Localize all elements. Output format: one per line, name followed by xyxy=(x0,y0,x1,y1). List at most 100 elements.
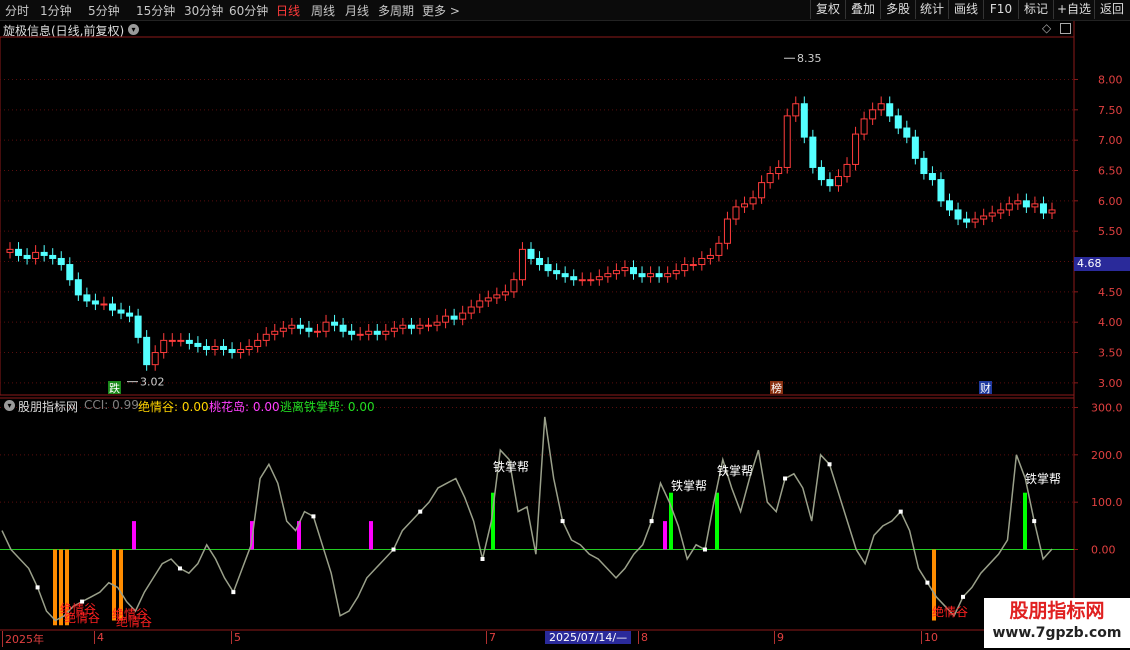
candle-body xyxy=(963,218,971,223)
candle-body xyxy=(407,324,415,329)
candle-body xyxy=(6,248,14,253)
watermark-title: 股朋指标网 xyxy=(1009,600,1105,622)
indicator-grid xyxy=(0,397,1074,631)
candle-body xyxy=(40,251,48,256)
legend-tiezhangbang: 逃离铁掌帮: 0.00 xyxy=(280,400,375,414)
candle-body xyxy=(108,303,116,311)
candle-body xyxy=(997,209,1005,214)
candle-body xyxy=(177,339,185,342)
legend-cci: CCI: 0.99 xyxy=(84,398,139,412)
event-marker-label: 财 xyxy=(980,381,991,395)
indicator-title: 股朋指标网 xyxy=(18,400,79,414)
indicator-axis: 0.00 100.0 200.0 300.0 xyxy=(1074,401,1123,557)
cci-point-marker xyxy=(925,580,930,585)
candle-body xyxy=(527,248,535,259)
cci-point-marker xyxy=(311,514,316,519)
signal-bar xyxy=(663,521,667,550)
candle-body xyxy=(202,345,210,350)
date-label: 8 xyxy=(638,631,648,644)
candle-body xyxy=(117,309,125,314)
event-marker-label: 跌 xyxy=(109,381,120,395)
price-tick-label: 7.00 xyxy=(1098,134,1123,147)
candle-body xyxy=(373,330,381,335)
price-tick-label: 6.50 xyxy=(1098,164,1123,177)
candle-body xyxy=(980,215,988,220)
legend-taohuadao: 桃花岛: 0.00 xyxy=(209,400,280,414)
indicator-tick-label: 0.00 xyxy=(1091,544,1116,557)
candle-body xyxy=(536,257,544,266)
candle-body xyxy=(151,352,159,366)
date-label: 2025年 xyxy=(2,631,44,647)
candle-body xyxy=(510,279,518,293)
price-tick-label: 3.00 xyxy=(1098,377,1123,390)
candle-body xyxy=(561,273,569,278)
candle-body xyxy=(1048,209,1056,214)
candle-body xyxy=(886,103,894,117)
candle-body xyxy=(946,200,954,211)
candle-body xyxy=(254,339,262,347)
candle-body xyxy=(467,306,475,314)
tiezhangbang-label: 铁掌帮 xyxy=(493,460,529,474)
candle-body xyxy=(1005,203,1013,211)
candle-body xyxy=(66,264,74,281)
cci-point-marker xyxy=(560,519,565,524)
candle-body xyxy=(723,218,731,244)
juqinggu-label: 绝情谷 xyxy=(64,610,100,625)
indicator-header: ▾ 股朋指标网 CCI: 0.99 绝情谷: 0.00 桃花岛: 0.00 逃离… xyxy=(0,398,1074,414)
candle-body xyxy=(809,136,817,168)
watermark-logo: 股朋指标网 www.7gpzb.com xyxy=(984,598,1130,648)
candle-body xyxy=(544,264,552,272)
candle-body xyxy=(262,333,270,341)
candle-body xyxy=(741,203,749,208)
candle-body xyxy=(271,330,279,335)
signal-bar xyxy=(1023,492,1027,550)
cursor-date: 2025/07/14/— xyxy=(545,631,632,644)
candle-body xyxy=(74,279,82,296)
candle-body xyxy=(817,166,825,181)
candle-body xyxy=(416,324,424,329)
signal-bar xyxy=(132,521,136,550)
candle-body xyxy=(390,327,398,332)
cci-line-group xyxy=(1,416,1053,622)
candle-body xyxy=(15,248,23,256)
candle-body xyxy=(425,324,433,327)
candle-body xyxy=(698,257,706,266)
candle-body xyxy=(1039,203,1047,214)
candle-body xyxy=(638,273,646,278)
candle-body xyxy=(792,103,800,117)
candle-body xyxy=(655,273,663,278)
candlestick-series xyxy=(6,96,1056,371)
indicator-tick-label: 200.0 xyxy=(1091,449,1123,462)
candle-body xyxy=(365,330,373,335)
candle-body xyxy=(442,315,450,323)
candle-body xyxy=(758,182,766,199)
cci-point-marker xyxy=(418,509,423,514)
cci-point-marker xyxy=(480,556,485,561)
legend-juqinggu: 绝情谷: 0.00 xyxy=(138,400,209,414)
candle-body xyxy=(228,348,236,354)
event-marker-label: 榜 xyxy=(771,381,782,395)
candle-body xyxy=(971,218,979,223)
date-label: 10 xyxy=(921,631,938,644)
signal-bar xyxy=(369,521,373,550)
juqinggu-label: 绝情谷 xyxy=(116,614,152,629)
candle-body xyxy=(211,345,219,350)
chevron-down-icon[interactable]: ▾ xyxy=(4,400,15,411)
candle-body xyxy=(664,273,672,278)
candle-body xyxy=(100,303,108,306)
candle-body xyxy=(911,136,919,159)
candle-body xyxy=(185,339,193,344)
candle-body xyxy=(954,209,962,220)
cci-point-marker xyxy=(827,462,832,467)
candle-body xyxy=(279,327,287,332)
main-chart-canvas: 3.003.504.004.505.005.506.006.507.007.50… xyxy=(0,21,1123,645)
date-label: 4 xyxy=(94,631,104,644)
candle-body xyxy=(1031,203,1039,208)
candle-body xyxy=(57,257,65,266)
indicator-annotations: 铁掌帮铁掌帮铁掌帮铁掌帮绝情谷绝情谷 绝情谷绝情谷绝情谷 xyxy=(60,460,1061,629)
cci-point-marker xyxy=(649,519,654,524)
candle-body xyxy=(126,312,134,317)
candle-body xyxy=(220,345,228,350)
candle-body xyxy=(348,330,356,335)
candle-body xyxy=(382,330,390,335)
